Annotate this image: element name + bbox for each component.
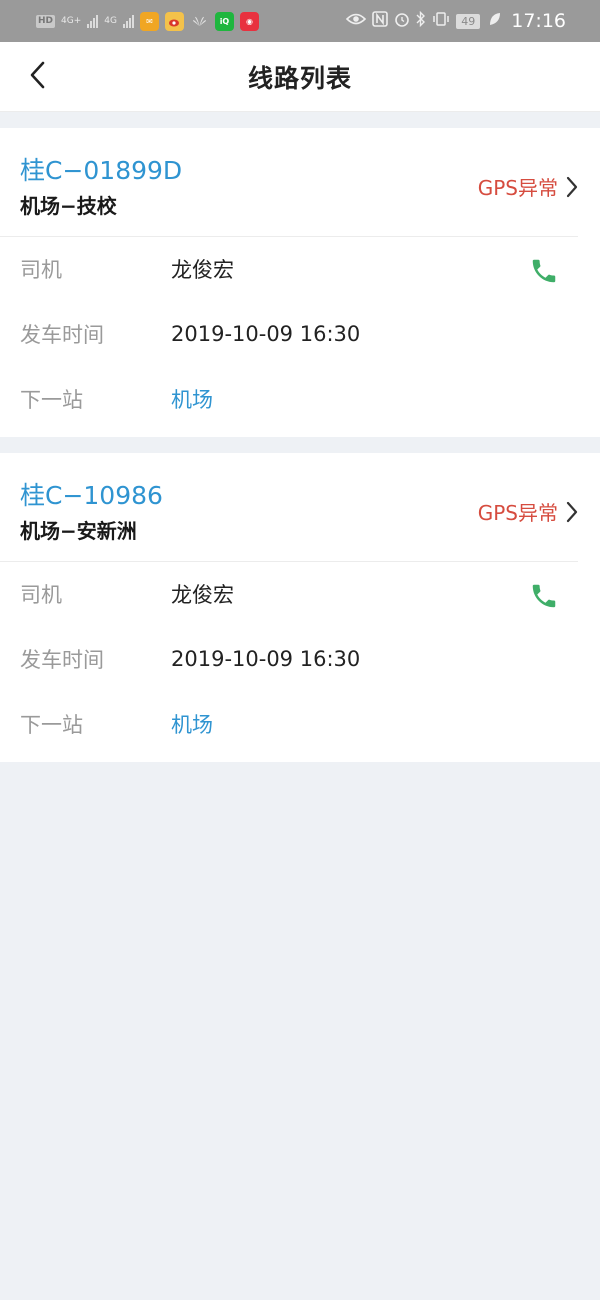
- chevron-right-icon: [566, 176, 578, 197]
- route-card[interactable]: 桂C−10986 机场−安新洲 GPS异常 司机 龙俊宏 发车时间 2019-1…: [0, 453, 600, 762]
- next-stop-label: 下一站: [20, 712, 83, 737]
- back-button[interactable]: [22, 58, 52, 92]
- next-stop-row: 下一站 机场: [20, 691, 578, 756]
- depart-time-row: 发车时间 2019-10-09 16:30: [20, 626, 578, 691]
- chevron-right-icon: [566, 501, 578, 522]
- driver-name: 龙俊宏: [171, 583, 234, 607]
- depart-time-label: 发车时间: [20, 647, 104, 672]
- app-icon: ◉: [239, 11, 259, 31]
- plate-number: 桂C−10986: [20, 481, 163, 510]
- plate-number: 桂C−01899D: [20, 156, 183, 185]
- page-title: 线路列表: [247, 63, 352, 93]
- status-bar-right: 49 17:16: [346, 10, 566, 32]
- network-type-1: 4G+: [61, 15, 82, 26]
- leaf-icon: [489, 12, 501, 30]
- depart-time-label: 发车时间: [20, 322, 104, 347]
- iqiyi-app-icon: iQ: [214, 11, 234, 31]
- status-bar-left: HD 4G+ 4G ✉ iQ ◉: [36, 11, 259, 31]
- driver-row: 司机 龙俊宏: [20, 562, 578, 626]
- clock: 17:16: [511, 10, 566, 32]
- alarm-icon: [394, 11, 410, 31]
- next-stop-label: 下一站: [20, 387, 83, 412]
- bluetooth-icon: [416, 10, 426, 31]
- eye-icon: [346, 12, 367, 30]
- driver-label: 司机: [20, 583, 62, 607]
- nav-bar: 线路列表: [0, 42, 600, 112]
- gps-status: GPS异常: [477, 176, 558, 200]
- next-stop[interactable]: 机场: [171, 709, 213, 739]
- route-name: 机场−安新洲: [20, 519, 137, 543]
- driver-label: 司机: [20, 258, 62, 282]
- mail-app-icon: ✉: [139, 11, 159, 31]
- network-type-2: 4G: [104, 15, 117, 26]
- driver-name: 龙俊宏: [171, 258, 234, 282]
- hd-indicator: HD: [36, 14, 56, 28]
- next-stop-row: 下一站 机场: [20, 366, 578, 431]
- huawei-app-icon: [190, 12, 209, 31]
- depart-time-row: 发车时间 2019-10-09 16:30: [20, 301, 578, 366]
- phone-icon: [532, 259, 556, 283]
- call-driver-button[interactable]: [528, 580, 560, 612]
- status-bar: HD 4G+ 4G ✉ iQ ◉ 49 17:16: [0, 0, 600, 42]
- route-list: 桂C−01899D 机场−技校 GPS异常 司机 龙俊宏 发车时间 2019-1…: [0, 112, 600, 762]
- vibrate-icon: [432, 12, 450, 30]
- route-name: 机场−技校: [20, 194, 117, 218]
- gps-status-button[interactable]: GPS异常: [478, 172, 578, 201]
- chevron-left-icon: [30, 61, 45, 89]
- gps-status-button[interactable]: GPS异常: [478, 497, 578, 526]
- signal-icon-2: [122, 14, 134, 28]
- route-card-header[interactable]: 桂C−10986 机场−安新洲 GPS异常: [0, 453, 578, 562]
- driver-row: 司机 龙俊宏: [20, 237, 578, 301]
- route-card-body: 司机 龙俊宏 发车时间 2019-10-09 16:30 下一站 机场: [0, 562, 600, 762]
- route-card[interactable]: 桂C−01899D 机场−技校 GPS异常 司机 龙俊宏 发车时间 2019-1…: [0, 128, 600, 437]
- nfc-icon: [372, 11, 389, 31]
- route-card-body: 司机 龙俊宏 发车时间 2019-10-09 16:30 下一站 机场: [0, 237, 600, 437]
- phone-icon: [532, 584, 556, 608]
- call-driver-button[interactable]: [528, 255, 560, 287]
- route-card-header[interactable]: 桂C−01899D 机场−技校 GPS异常: [0, 128, 578, 237]
- depart-time: 2019-10-09 16:30: [171, 321, 361, 346]
- weibo-app-icon: [164, 11, 184, 31]
- next-stop[interactable]: 机场: [171, 384, 213, 414]
- depart-time: 2019-10-09 16:30: [171, 646, 361, 671]
- signal-icon: [87, 14, 99, 28]
- gps-status: GPS异常: [477, 501, 558, 525]
- battery-indicator: 49: [456, 13, 481, 29]
